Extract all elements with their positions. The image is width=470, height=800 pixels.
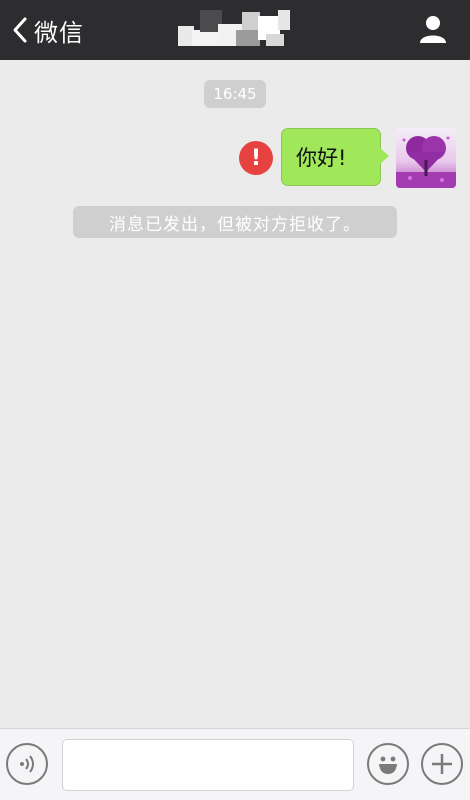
person-icon[interactable] [418,14,448,44]
message-input[interactable] [62,739,354,791]
chat-area: 16:45 ! 你好! 消息已发出，但被对方拒收了。 [0,60,470,728]
emoji-icon [379,756,397,774]
back-label: 微信 [34,18,84,47]
title-redacted-mosaic [178,10,290,46]
back-button[interactable]: 微信 [10,10,84,50]
plus-button[interactable] [421,743,463,785]
emoji-button[interactable] [367,743,409,785]
system-notice: 消息已发出，但被对方拒收了。 [73,206,397,238]
navigation-bar: 微信 [0,0,470,60]
message-bubble[interactable]: 你好! [281,128,381,186]
voice-button[interactable] [6,743,48,785]
voice-icon [20,755,34,773]
input-bar [0,728,470,800]
avatar[interactable] [396,128,456,188]
bubble-tail [380,148,389,164]
chevron-left-icon [13,17,27,43]
message-text: 你好! [296,146,347,170]
plus-icon [432,754,452,774]
message-timestamp: 16:45 [204,80,266,108]
error-exclamation-icon[interactable]: ! [239,141,273,175]
